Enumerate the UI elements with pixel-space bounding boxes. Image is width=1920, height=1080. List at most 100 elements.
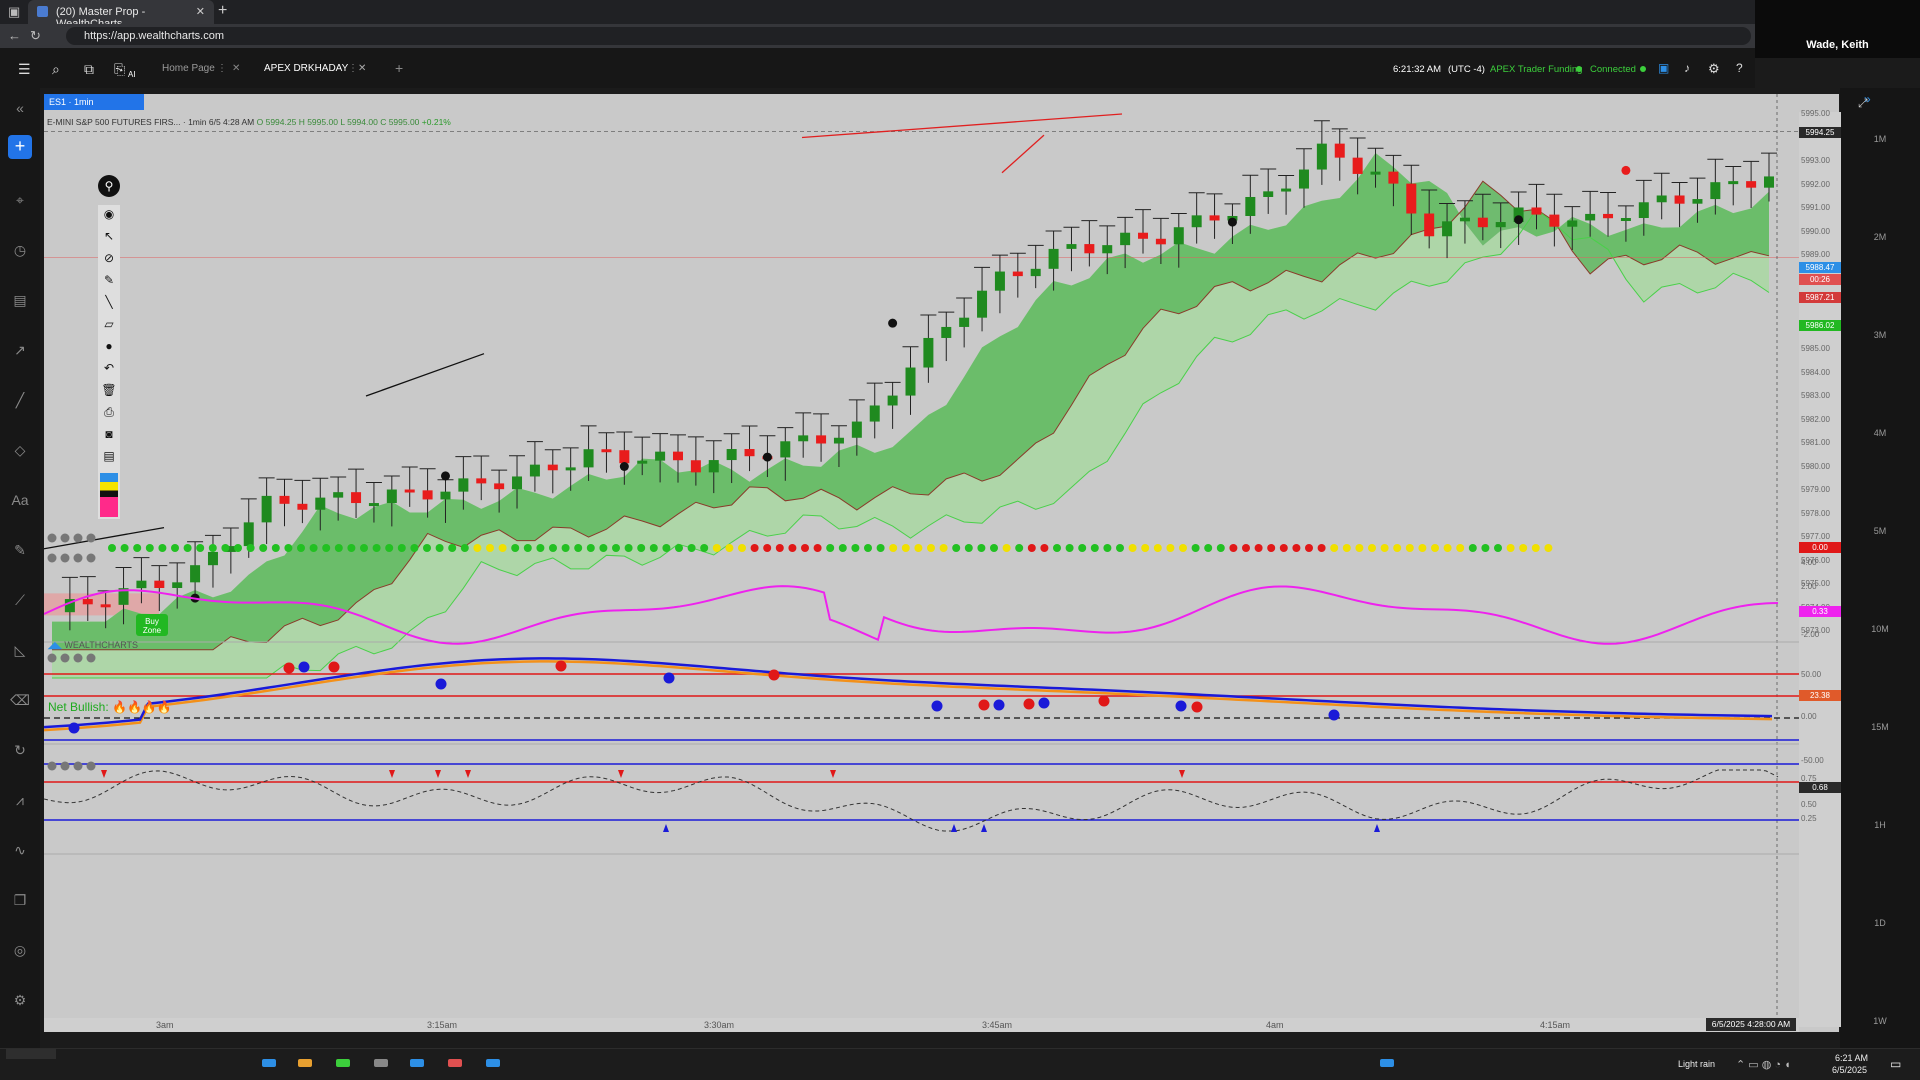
add-icon[interactable]: +	[8, 135, 32, 159]
taskbar-app-icon[interactable]	[1380, 1059, 1394, 1067]
color-palette[interactable]	[100, 473, 118, 517]
signal-dot-row	[1431, 544, 1439, 552]
close-tab-icon[interactable]: ✕	[196, 5, 205, 18]
signal-dot-row	[838, 544, 847, 552]
undo-icon[interactable]: ↶	[98, 361, 120, 381]
chart-canvas[interactable]: BuyZone	[44, 94, 1839, 1032]
taskbar-search-tab[interactable]	[6, 1049, 56, 1059]
shapes-icon[interactable]: ◇	[0, 442, 40, 459]
candle-body	[744, 449, 755, 457]
taskbar-app-icon[interactable]	[410, 1059, 424, 1067]
timeframe-4m[interactable]: 4M	[1840, 428, 1920, 438]
price-label: 5981.00	[1801, 438, 1830, 447]
signal-dot-row	[1443, 544, 1452, 552]
taskbar-app-icon[interactable]	[374, 1059, 388, 1067]
timeframe-1h[interactable]: 1H	[1840, 820, 1920, 830]
clock-icon[interactable]: ◷	[0, 242, 40, 259]
measure-icon[interactable]: ◺	[0, 642, 40, 659]
price-scale[interactable]: 5995.00 5993.00 5992.00 5991.00 5990.00 5989.…	[1799, 109, 1841, 1027]
url-field[interactable]: https://app.wealthcharts.com	[66, 27, 1751, 45]
account-label[interactable]: APEX Trader Funding	[1490, 64, 1582, 75]
browser-tab[interactable]: (20) Master Prop - WealthCharts ✕	[28, 0, 214, 30]
signal-dot-row	[536, 544, 545, 552]
new-tab-icon[interactable]: +	[218, 2, 227, 20]
line-tool-icon[interactable]: ╲	[98, 295, 120, 315]
strategy-icon[interactable]: ∿	[0, 842, 40, 859]
ruler-icon[interactable]: ⟋	[0, 592, 40, 609]
timeframe-10m[interactable]: 10M	[1840, 624, 1920, 634]
ruler-tool-icon[interactable]: ▱	[98, 317, 120, 337]
tab-menu-icon[interactable]: ⋮	[217, 63, 227, 74]
notifications-icon[interactable]: ▭	[1890, 1057, 1901, 1071]
taskbar-app-icon[interactable]	[298, 1059, 312, 1067]
signal-dot-row	[385, 544, 394, 552]
hide-icon[interactable]: ⊘	[98, 251, 120, 271]
tab-menu-icon[interactable]: ⋮	[348, 63, 358, 74]
target-icon[interactable]: ◎	[0, 942, 40, 959]
timeframe-2m[interactable]: 2M	[1840, 232, 1920, 242]
line-icon[interactable]: ╱	[0, 392, 40, 409]
fullscreen-icon[interactable]: ⤢	[1858, 96, 1868, 111]
add-tab-icon[interactable]: +	[395, 60, 403, 76]
timeframe-15m[interactable]: 15M	[1840, 722, 1920, 732]
pencil-icon[interactable]: ✎	[98, 273, 120, 293]
candle-body	[672, 451, 683, 461]
candle-body	[798, 435, 809, 442]
dot-tool-icon[interactable]: ●	[98, 339, 120, 359]
tray-icons[interactable]: ⌃ ▭ ◍ ◔ ◖	[1736, 1058, 1791, 1071]
layouts-icon[interactable]: ⧉	[84, 61, 94, 78]
indicators-icon[interactable]: ⩘	[0, 792, 40, 809]
tab-apex-drkhaday[interactable]: APEX DRKHADAY	[264, 63, 348, 74]
close-tab-apex-icon[interactable]: ✕	[358, 63, 366, 74]
symbol-tag[interactable]: ES1 · 1min	[44, 94, 144, 110]
timeframe-5m[interactable]: 5M	[1840, 526, 1920, 536]
camera-icon[interactable]: ◙	[98, 427, 120, 447]
eye-icon[interactable]: ◉	[98, 207, 120, 227]
signal-dot-row	[259, 544, 268, 552]
flame-icons: 🔥🔥🔥🔥	[112, 700, 172, 714]
save-icon[interactable]: ▣	[1658, 61, 1669, 75]
brush-icon[interactable]: ✎	[0, 542, 40, 559]
timeframe-1m[interactable]: 1M	[1840, 134, 1920, 144]
candle-body	[1370, 171, 1381, 175]
search-icon[interactable]: ⌕	[52, 61, 60, 78]
help-icon[interactable]: ?	[1736, 61, 1743, 75]
eraser-icon[interactable]: ⌫	[0, 692, 40, 709]
timeframe-1w[interactable]: 1W	[1840, 1016, 1920, 1026]
time-axis[interactable]: 3am 3:15am 3:30am 3:45am 4am 4:15am	[44, 1018, 1799, 1032]
chart-type-icon[interactable]: ⌖	[0, 192, 40, 209]
ohlc-change: +0.21%	[421, 117, 451, 127]
text-icon[interactable]: Aa	[0, 492, 40, 508]
taskbar-app-icon[interactable]	[486, 1059, 500, 1067]
taskbar-app-icon[interactable]	[262, 1059, 276, 1067]
tab-actions-icon[interactable]: ▣	[8, 4, 20, 20]
collapse-left-icon[interactable]: «	[0, 100, 40, 116]
pin-icon[interactable]: ⚲	[98, 175, 120, 197]
chart-area[interactable]: Buy Zone	[44, 94, 1839, 1032]
taskbar-app-icon[interactable]	[336, 1059, 350, 1067]
weather-text[interactable]: Light rain	[1678, 1059, 1715, 1069]
reload-icon[interactable]: ↻	[30, 28, 41, 44]
signal-dot-row	[712, 544, 721, 552]
settings-icon[interactable]: ⚙	[0, 992, 40, 1009]
calendar-icon[interactable]: ▤	[0, 292, 40, 309]
trend-icon[interactable]: ↗	[0, 342, 40, 359]
cursor-icon[interactable]: ↖	[98, 229, 120, 249]
timeframe-1d[interactable]: 1D	[1840, 918, 1920, 928]
tab-home-page[interactable]: Home Page	[162, 63, 215, 74]
menu-icon[interactable]: ☰	[18, 61, 31, 78]
bell-icon[interactable]: ♪	[1684, 61, 1690, 75]
back-icon[interactable]: ←	[8, 28, 21, 43]
clipboard-icon[interactable]: ▤	[98, 449, 120, 469]
close-tab-home-icon[interactable]: ✕	[232, 63, 240, 74]
print-icon[interactable]: ⎙	[98, 405, 120, 425]
taskbar-app-icon[interactable]	[448, 1059, 462, 1067]
layers-icon[interactable]: ❐	[0, 892, 40, 909]
signal-dot-row	[977, 544, 986, 552]
replay-icon[interactable]: ↻	[0, 742, 40, 759]
gear-icon[interactable]: ⚙	[1708, 61, 1720, 77]
ai-icon[interactable]: ⎘	[114, 61, 125, 78]
trash-icon[interactable]: 🗑	[98, 383, 120, 403]
timeframe-3m[interactable]: 3M	[1840, 330, 1920, 340]
candle-body	[190, 565, 201, 583]
